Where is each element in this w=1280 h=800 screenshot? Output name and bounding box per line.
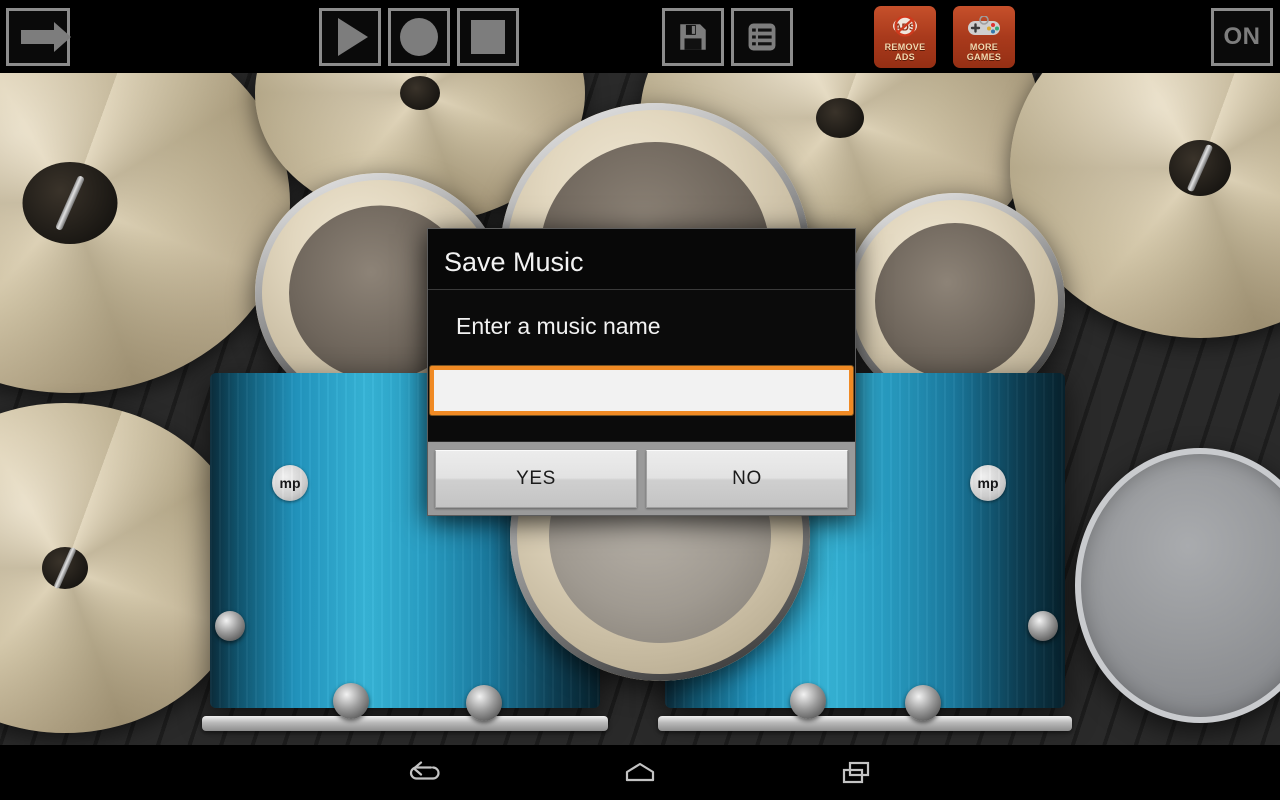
- dialog-button-bar: YES NO: [428, 441, 855, 515]
- yes-button[interactable]: YES: [435, 449, 637, 508]
- list-icon: [748, 23, 776, 51]
- cymbal-bell: [400, 76, 440, 110]
- floppy-disk-icon: [680, 24, 706, 50]
- drum-lug: [905, 685, 941, 721]
- list-button[interactable]: [731, 8, 793, 66]
- app-screen: mp mp ADS REMOVE ADS MORE GAMES ON Save …: [0, 0, 1280, 800]
- drum-lug: [1028, 611, 1058, 641]
- nav-home-button[interactable]: [580, 745, 700, 800]
- remove-ads-label-line1: REMOVE: [884, 42, 926, 52]
- more-games-label-line2: GAMES: [966, 52, 1002, 62]
- on-text-icon: ON: [1223, 23, 1261, 50]
- more-games-button[interactable]: MORE GAMES: [953, 6, 1015, 68]
- drum-lug: [215, 611, 245, 641]
- dialog-input-wrapper: [428, 340, 855, 415]
- top-toolbar: ADS REMOVE ADS MORE GAMES ON: [0, 0, 1280, 73]
- dialog-title: Save Music: [428, 229, 855, 290]
- no-ads-icon: ADS: [891, 12, 919, 42]
- dialog-body: Enter a music name: [428, 290, 855, 441]
- arrow-right-icon: [21, 22, 71, 52]
- record-icon: [400, 18, 438, 56]
- more-games-label-line1: MORE: [969, 42, 999, 52]
- drum-brand-badge: mp: [272, 465, 308, 501]
- dialog-message: Enter a music name: [456, 313, 661, 339]
- exit-button[interactable]: [6, 8, 71, 66]
- music-name-input[interactable]: [430, 366, 853, 415]
- nav-back-button[interactable]: [363, 745, 483, 800]
- no-button[interactable]: NO: [646, 449, 848, 508]
- save-button[interactable]: [662, 8, 724, 66]
- android-navigation-bar: [0, 745, 1280, 800]
- back-icon: [409, 760, 440, 780]
- nav-recents-button[interactable]: [797, 745, 917, 800]
- tom-head: [875, 222, 1035, 379]
- sound-toggle-button[interactable]: ON: [1211, 8, 1273, 66]
- drum-lug: [466, 685, 502, 721]
- recents-icon: [842, 761, 870, 783]
- save-music-dialog: Save Music Enter a music name YES NO: [427, 228, 856, 516]
- cymbal-bell: [816, 98, 864, 138]
- stop-icon: [471, 20, 505, 54]
- stop-button[interactable]: [457, 8, 519, 66]
- gamepad-icon: [967, 12, 1001, 42]
- remove-ads-button[interactable]: ADS REMOVE ADS: [874, 6, 936, 68]
- record-button[interactable]: [388, 8, 450, 66]
- remove-ads-label-line2: ADS: [895, 52, 915, 62]
- drum-lug: [790, 683, 826, 719]
- drum-lug: [333, 683, 369, 719]
- home-icon: [625, 762, 655, 781]
- bass-drum-left-hoop: [202, 716, 608, 731]
- drum-brand-badge: mp: [970, 465, 1006, 501]
- play-icon: [337, 18, 368, 56]
- play-button[interactable]: [319, 8, 381, 66]
- bass-drum-right-hoop: [658, 716, 1072, 731]
